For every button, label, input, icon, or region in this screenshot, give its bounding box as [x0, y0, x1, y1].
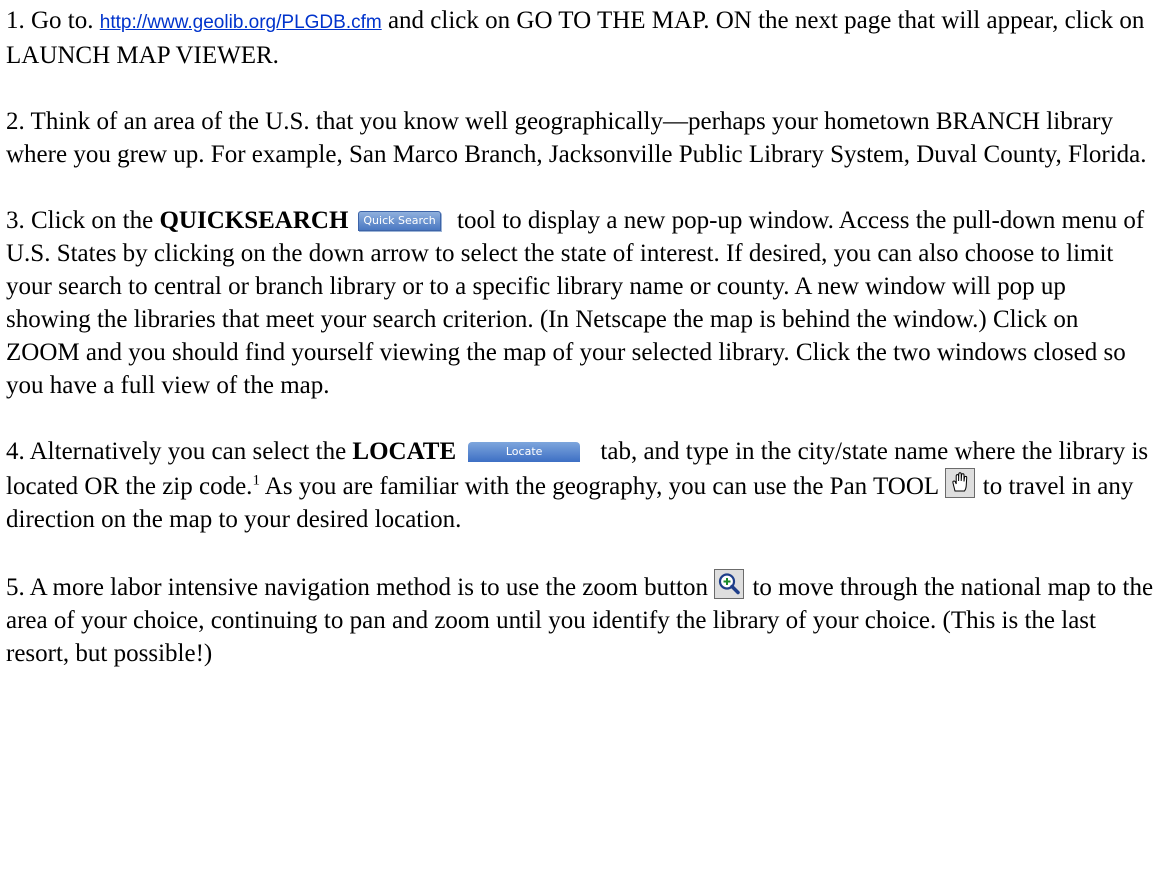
- step-number: 1.: [6, 7, 25, 34]
- zoom-in-icon: [714, 569, 745, 599]
- footnote-marker: 1: [252, 472, 260, 489]
- step-text: A more labor intensive navigation method…: [24, 574, 715, 601]
- step-text: Click on the: [24, 207, 160, 234]
- step-number: 5.: [6, 574, 25, 601]
- step-number: 4.: [6, 438, 25, 465]
- step-2: 2. Think of an area of the U.S. that you…: [6, 105, 1155, 171]
- step-text: Think of an area of the U.S. that you kn…: [6, 108, 1147, 168]
- step-number: 2.: [6, 108, 25, 135]
- step-text: Alternatively you can select the: [24, 438, 353, 465]
- step-text: Go to.: [24, 7, 100, 34]
- pan-hand-icon: [944, 468, 975, 498]
- step-text: As you are familiar with the geography, …: [259, 473, 945, 500]
- step-number: 3.: [6, 207, 25, 234]
- locate-label: LOCATE: [352, 438, 457, 465]
- quicksearch-label: QUICKSEARCH: [159, 207, 349, 234]
- step-5: 5. A more labor intensive navigation met…: [6, 569, 1155, 670]
- locate-tab-button: Locate: [468, 442, 581, 462]
- quick-search-button: Quick Search: [358, 211, 441, 231]
- document-page: 1. Go to. http://www.geolib.org/PLGDB.cf…: [0, 0, 1167, 670]
- step-4: 4. Alternatively you can select the LOCA…: [6, 435, 1155, 536]
- step-3: 3. Click on the QUICKSEARCH Quick Search …: [6, 204, 1155, 402]
- geolib-link[interactable]: http://www.geolib.org/PLGDB.cfm: [100, 12, 382, 33]
- step-text: tool to display a new pop-up window. Acc…: [6, 207, 1145, 399]
- step-1: 1. Go to. http://www.geolib.org/PLGDB.cf…: [6, 4, 1155, 72]
